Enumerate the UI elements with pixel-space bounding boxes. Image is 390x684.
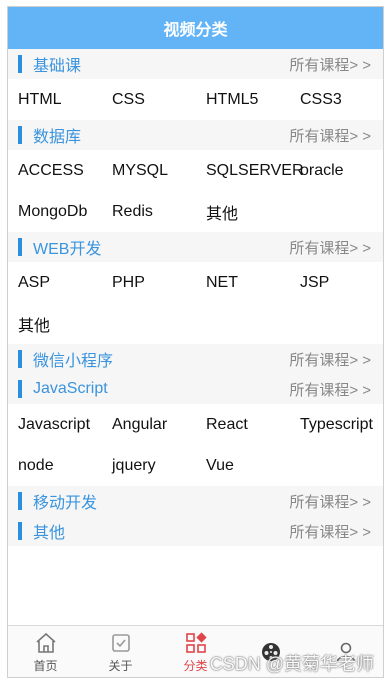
page-title: 视频分类 <box>163 22 228 39</box>
section-items: HTML CSS HTML5 CSS3 <box>8 79 383 120</box>
app-frame: 视频分类 基础课 所有课程> > HTML CSS HTML5 CSS3 数据库… <box>7 6 384 678</box>
home-icon <box>35 632 56 653</box>
category-item[interactable]: 其他 <box>206 191 300 232</box>
section-items: ASP PHP NET JSP 其他 <box>8 262 383 344</box>
category-list: 基础课 所有课程> > HTML CSS HTML5 CSS3 数据库 所有课程… <box>8 49 383 546</box>
category-icon <box>185 632 207 653</box>
section-header-mobile: 移动开发 所有课程> > <box>8 486 383 516</box>
section-title: 基础课 <box>33 58 82 75</box>
all-courses-link[interactable]: 所有课程> > <box>289 349 371 370</box>
category-item[interactable]: JSP <box>300 262 383 303</box>
category-item[interactable]: MYSQL <box>112 150 206 191</box>
category-item[interactable]: CSS3 <box>300 79 383 120</box>
all-courses-link[interactable]: 所有课程> > <box>289 521 371 542</box>
section-title: JavaScript <box>33 380 108 397</box>
section-title: 其他 <box>33 525 66 542</box>
section-marker <box>18 522 22 540</box>
category-item[interactable]: node <box>18 445 112 486</box>
section-title: 移动开发 <box>33 495 98 512</box>
category-item[interactable]: Vue <box>206 445 300 486</box>
tab-label: 首页 <box>33 659 58 673</box>
tab-label: 关于 <box>108 659 133 673</box>
section-marker <box>18 380 22 398</box>
category-item[interactable]: oracle <box>300 150 383 191</box>
page-header: 视频分类 <box>8 7 383 49</box>
tab-home[interactable]: 首页 <box>8 626 83 677</box>
section-header-other: 其他 所有课程> > <box>8 516 383 546</box>
category-item[interactable]: NET <box>206 262 300 303</box>
all-courses-link[interactable]: 所有课程> > <box>289 125 371 146</box>
section-marker <box>18 55 22 73</box>
section-header-javascript: JavaScript 所有课程> > <box>8 374 383 404</box>
watermark: CSDN @黄菊华老师 <box>209 654 374 674</box>
section-header-database: 数据库 所有课程> > <box>8 120 383 150</box>
tab-about[interactable]: 关于 <box>83 626 158 677</box>
all-courses-link[interactable]: 所有课程> > <box>289 54 371 75</box>
category-item[interactable]: ACCESS <box>18 150 112 191</box>
section-marker <box>18 238 22 256</box>
section-title: 数据库 <box>33 129 82 146</box>
section-marker <box>18 492 22 510</box>
checkbox-icon <box>111 634 130 652</box>
category-item[interactable]: Redis <box>112 191 206 232</box>
all-courses-link[interactable]: 所有课程> > <box>289 379 371 400</box>
section-header-web: WEB开发 所有课程> > <box>8 232 383 262</box>
section-header-miniprogram: 微信小程序 所有课程> > <box>8 344 383 374</box>
category-item[interactable]: React <box>206 404 300 445</box>
section-title: WEB开发 <box>33 241 102 258</box>
category-item[interactable]: ASP <box>18 262 112 303</box>
all-courses-link[interactable]: 所有课程> > <box>289 237 371 258</box>
all-courses-link[interactable]: 所有课程> > <box>289 491 371 512</box>
section-header-basics: 基础课 所有课程> > <box>8 49 383 79</box>
category-item[interactable]: MongoDb <box>18 191 112 232</box>
section-title: 微信小程序 <box>33 353 114 370</box>
tab-label: 分类 <box>183 659 208 673</box>
category-item[interactable]: CSS <box>112 79 206 120</box>
section-marker <box>18 126 22 144</box>
category-item[interactable]: HTML5 <box>206 79 300 120</box>
category-item[interactable]: PHP <box>112 262 206 303</box>
category-item[interactable]: Javascript <box>18 404 112 445</box>
category-item[interactable]: SQLSERVER <box>206 150 304 191</box>
category-item[interactable]: Typescript <box>300 404 383 445</box>
category-item[interactable]: HTML <box>18 79 112 120</box>
category-item[interactable]: jquery <box>112 445 206 486</box>
section-marker <box>18 350 22 368</box>
category-item[interactable]: 其他 <box>18 303 112 344</box>
section-items: ACCESS MYSQL SQLSERVER oracle MongoDb Re… <box>8 150 383 232</box>
section-items: Javascript Angular React Typescript node… <box>8 404 383 486</box>
category-item[interactable]: Angular <box>112 404 206 445</box>
